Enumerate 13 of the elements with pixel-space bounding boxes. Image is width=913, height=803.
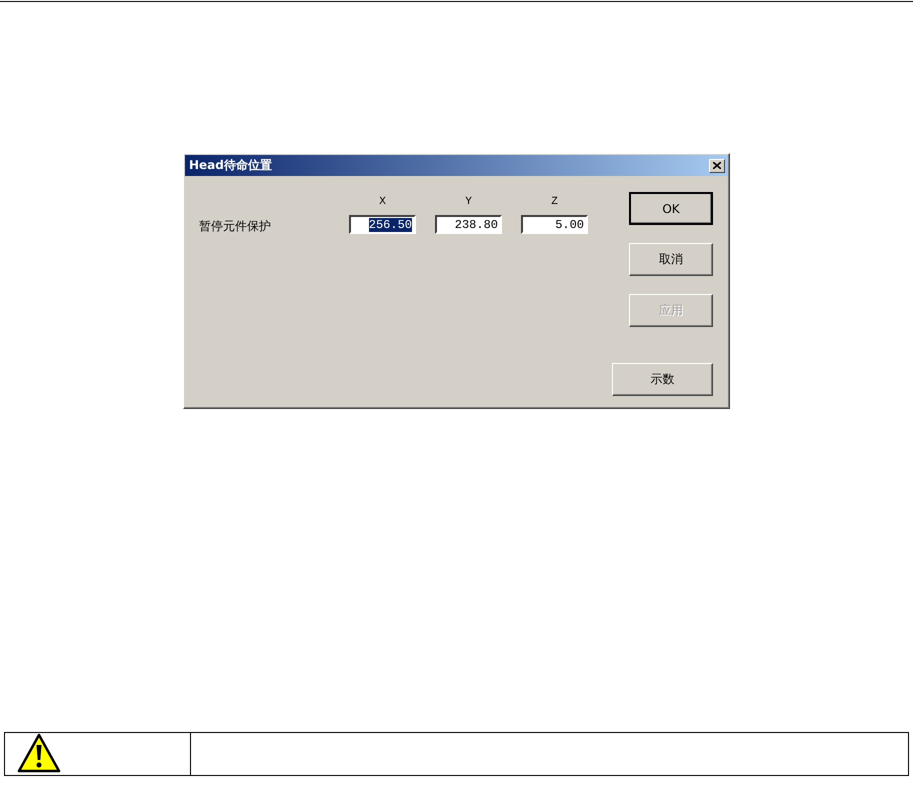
dialog-button[interactable]: OK xyxy=(629,192,713,225)
dialog-button[interactable]: 示数 xyxy=(612,363,713,396)
column-header: Z xyxy=(551,196,558,209)
close-button[interactable] xyxy=(709,158,725,172)
row-label: 暂停元件保护 xyxy=(199,218,272,235)
column-header: X xyxy=(379,196,386,209)
input-field[interactable]: 256.50 xyxy=(349,215,416,234)
window-title: Head待命位置 xyxy=(189,157,272,174)
input-field[interactable]: 5.00 xyxy=(521,215,588,234)
close-icon xyxy=(713,162,721,169)
input-field[interactable]: 238.80 xyxy=(435,215,502,234)
column-header: Y xyxy=(465,196,472,209)
dialog-button[interactable]: 取消 xyxy=(629,243,713,276)
